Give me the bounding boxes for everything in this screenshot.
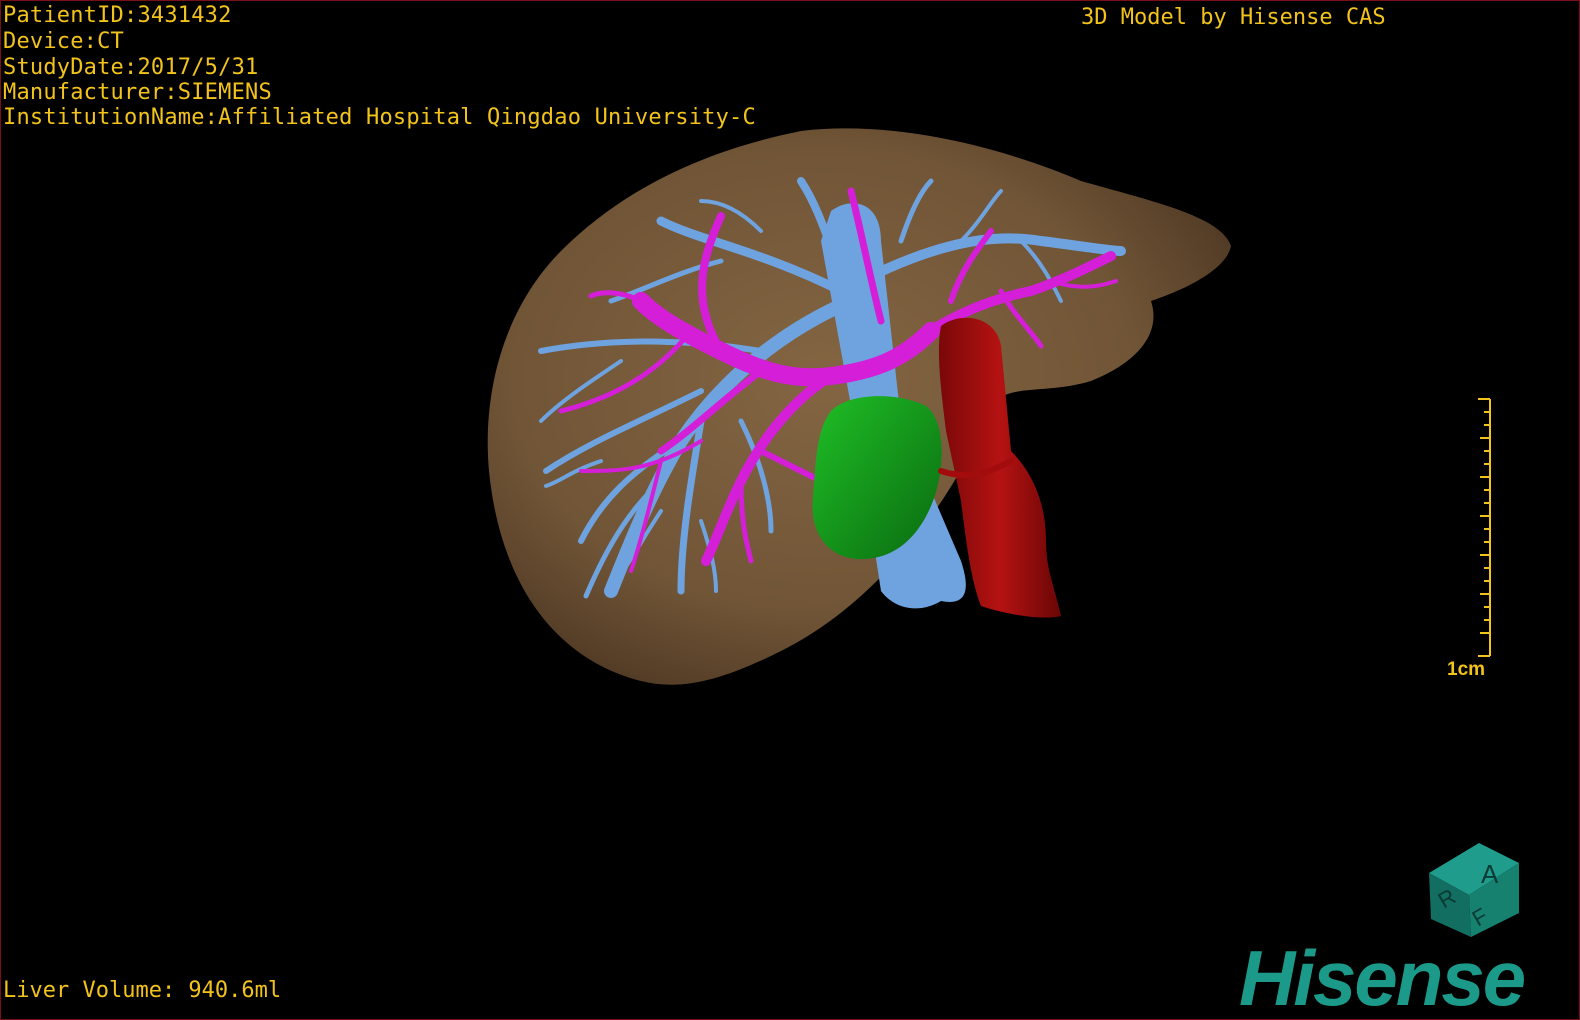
scale-bar-label: 1cm	[1447, 659, 1486, 680]
cube-face-a: A	[1481, 859, 1499, 889]
institution-label: InstitutionName:Affiliated Hospital Qing…	[3, 105, 756, 130]
liver-3d-model[interactable]	[1, 1, 1579, 1019]
manufacturer-label: Manufacturer:SIEMENS	[3, 80, 272, 105]
device-label: Device:CT	[3, 29, 125, 54]
model-credit: 3D Model by Hisense CAS	[1081, 5, 1386, 30]
study-date-label: StudyDate:2017/5/31	[3, 55, 259, 80]
scale-bar	[1478, 398, 1491, 657]
orientation-cube[interactable]: A R F	[1419, 833, 1529, 943]
patient-id-label: PatientID:3431432	[3, 3, 232, 28]
3d-viewport[interactable]: PatientID:3431432 Device:CT StudyDate:20…	[0, 0, 1580, 1020]
hisense-logo: Hisense	[1239, 934, 1526, 1020]
liver-volume-label: Liver Volume: 940.6ml	[3, 978, 282, 1003]
